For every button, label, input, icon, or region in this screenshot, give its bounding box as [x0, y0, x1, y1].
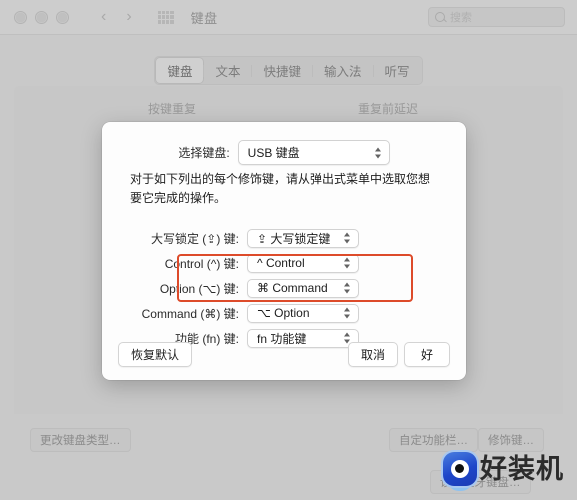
dialog-description: 对于如下列出的每个修饰键，请从弹出式菜单中选取您想要它完成的操作。: [130, 172, 431, 205]
capslock-label: 大写锁定 (⇪) 键:: [150, 231, 239, 246]
option-label: Option (⌥) 键:: [159, 281, 239, 296]
change-keyboard-type-button[interactable]: 更改键盘类型…: [30, 428, 131, 452]
search-placeholder: 搜索: [450, 12, 472, 24]
forward-icon[interactable]: ›: [126, 9, 131, 25]
key-repeat-label: 按键重复: [148, 102, 197, 116]
select-keyboard-dropdown[interactable]: USB 键盘: [237, 140, 390, 165]
zoom-button[interactable]: [56, 10, 69, 24]
eye-logo-icon: [443, 452, 477, 491]
watermark-text: 好装机: [480, 453, 564, 484]
chevron-updown-icon: [374, 146, 382, 159]
select-keyboard-label: 选择键盘:: [178, 146, 230, 160]
tab-shortcuts[interactable]: 快捷键: [252, 58, 312, 83]
option-dropdown[interactable]: ⌘ Command: [247, 278, 359, 298]
ok-button[interactable]: 好: [404, 342, 450, 367]
tab-text[interactable]: 文本: [204, 58, 251, 83]
command-label: Command (⌘) 键:: [141, 306, 239, 321]
modifier-row-capslock: 大写锁定 (⇪) 键: ⇪ 大写锁定键: [102, 226, 466, 250]
tab-keyboard[interactable]: 键盘: [156, 58, 204, 83]
capslock-value: ⇪ 大写锁定键: [257, 231, 331, 246]
search-input[interactable]: 搜索: [428, 7, 565, 27]
search-icon: [435, 12, 445, 22]
customize-touch-bar-button[interactable]: 自定功能栏…: [389, 428, 478, 452]
control-value: ^ Control: [257, 256, 305, 270]
navigation-buttons: ‹ ›: [101, 9, 132, 25]
titlebar: ‹ › 键盘 搜索: [0, 0, 577, 35]
capslock-dropdown[interactable]: ⇪ 大写锁定键: [247, 228, 359, 248]
show-all-grid-icon[interactable]: [157, 10, 174, 24]
modifier-keys-dialog: 选择键盘: USB 键盘 对于如下列出的每个修饰键，请从弹出式菜单中选取您想要它…: [102, 122, 466, 380]
modifier-row-command: Command (⌘) 键: ⌥ Option: [102, 301, 466, 325]
select-keyboard-row: 选择键盘: USB 键盘: [102, 140, 466, 165]
close-button[interactable]: [14, 10, 27, 24]
modifier-row-control: Control (^) 键: ^ Control: [102, 251, 466, 275]
traffic-lights: [14, 10, 69, 24]
modifier-rows: 大写锁定 (⇪) 键: ⇪ 大写锁定键 Control (^) 键: ^ Con…: [102, 226, 466, 351]
select-keyboard-value: USB 键盘: [247, 146, 300, 160]
delay-until-repeat-label: 重复前延迟: [358, 102, 419, 116]
modifier-keys-button[interactable]: 修饰键…: [478, 428, 544, 452]
back-icon[interactable]: ‹: [101, 9, 106, 25]
chevron-updown-icon: [344, 257, 351, 270]
command-dropdown[interactable]: ⌥ Option: [247, 303, 359, 323]
control-dropdown[interactable]: ^ Control: [247, 253, 359, 273]
window-title: 键盘: [190, 10, 218, 26]
watermark: 好装机: [443, 452, 564, 491]
minimize-button[interactable]: [35, 10, 48, 24]
chevron-updown-icon: [344, 232, 351, 245]
logo-eye-pupil: [455, 464, 464, 473]
tab-input-sources[interactable]: 输入法: [313, 58, 373, 83]
cancel-button[interactable]: 取消: [347, 342, 398, 367]
option-value: ⌘ Command: [257, 281, 328, 295]
control-label: Control (^) 键:: [164, 256, 239, 271]
tab-dictation[interactable]: 听写: [374, 58, 421, 83]
chevron-updown-icon: [344, 307, 351, 320]
system-preferences-window: ‹ › 键盘 搜索 键盘 文本 快捷键 输入法 听写 按键重复 重复前延迟 更改…: [0, 0, 577, 500]
tab-group: 键盘 文本 快捷键 输入法 听写: [154, 56, 423, 85]
tab-bar: 键盘 文本 快捷键 输入法 听写: [0, 56, 577, 85]
restore-defaults-button[interactable]: 恢复默认: [118, 342, 193, 367]
command-value: ⌥ Option: [257, 306, 310, 320]
dialog-footer: 恢复默认 取消 好: [102, 342, 466, 367]
modifier-row-option: Option (⌥) 键: ⌘ Command: [102, 276, 466, 300]
chevron-updown-icon: [344, 282, 351, 295]
